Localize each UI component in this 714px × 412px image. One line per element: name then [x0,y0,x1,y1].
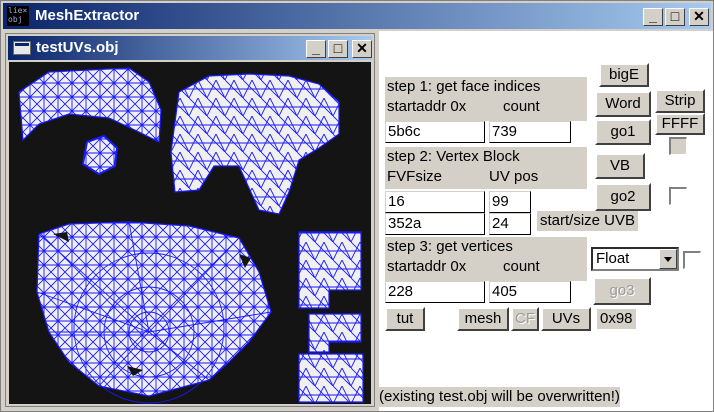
fvfsize-input[interactable]: 16 [385,191,485,213]
uv-island-rect-1 [298,231,362,309]
go2-button[interactable]: go2 [595,183,651,211]
go3-button[interactable]: go3 [593,277,651,305]
uv-island-main [36,221,272,397]
step2-heading: step 2: Vertex Block [387,148,520,165]
uvs-button[interactable]: UVs [541,307,591,331]
uv-island-1 [18,67,162,143]
child-close-button[interactable]: ✕ [352,40,372,58]
uvpos-input[interactable]: 99 [489,191,531,213]
cf-button[interactable]: CF [511,307,539,331]
uvb-size-input[interactable]: 24 [489,213,531,235]
format-select[interactable]: Float [591,247,679,271]
ffff-button[interactable]: FFFF [655,113,705,135]
bigE-button[interactable]: bigE [599,63,649,87]
uvpos-label: UV pos [489,168,539,185]
step3-section: step 3: get vertices startaddr 0x count [385,237,587,281]
fvfsize-label: FVFsize [387,168,443,185]
maximize-button[interactable]: □ [665,8,685,26]
step1-startaddr-label: startaddr 0x [387,98,467,115]
step3-startaddr-input[interactable]: 228 [385,281,485,303]
step3-heading: step 3: get vertices [387,238,513,255]
vb-button[interactable]: VB [595,153,645,179]
hex-value-label: 0x98 [597,309,636,329]
step3-count-label: count [503,258,540,275]
chevron-down-icon[interactable] [659,249,677,269]
word-button[interactable]: Word [595,91,651,117]
main-window: lie× obj MeshExtractor _ □ ✕ testUVs.obj … [0,0,714,412]
start-size-uvb-label: start/size UVB [537,211,639,231]
title-bar[interactable]: lie× obj MeshExtractor _ □ ✕ [3,3,711,29]
step3-count-input[interactable]: 405 [489,281,571,303]
mesh-button[interactable]: mesh [457,307,509,331]
minimize-button[interactable]: _ [643,8,663,26]
tut-button[interactable]: tut [385,307,425,331]
step1-section: step 1: get face indices startaddr 0x co… [385,77,587,121]
uvb-start-input[interactable]: 352a [385,213,485,235]
go2-checkbox[interactable] [669,187,687,205]
child-minimize-button[interactable]: _ [306,40,326,58]
step1-heading: step 1: get face indices [387,78,541,95]
child-title: testUVs.obj [36,39,119,56]
step1-startaddr-input[interactable]: 5b6c [385,121,485,143]
step2-section: step 2: Vertex Block FVFsize UV pos [385,147,587,189]
uv-canvas[interactable] [9,62,371,404]
uv-viewer-window: testUVs.obj _ □ ✕ [5,33,375,407]
uv-island-2 [170,73,340,215]
child-maximize-button[interactable]: □ [328,40,348,58]
child-title-bar[interactable]: testUVs.obj _ □ ✕ [8,36,372,60]
uv-island-hexagon [81,134,119,176]
ffff-checkbox[interactable] [669,137,687,155]
step3-startaddr-label: startaddr 0x [387,258,467,275]
step1-count-input[interactable]: 739 [489,121,571,143]
document-icon [13,41,31,55]
format-checkbox[interactable] [683,251,701,269]
strip-button[interactable]: Strip [655,89,705,113]
app-title: MeshExtractor [35,7,140,24]
uv-island-rect-3 [298,353,364,403]
step1-count-label: count [503,98,540,115]
close-button[interactable]: ✕ [689,8,709,26]
go1-button[interactable]: go1 [595,119,651,145]
format-select-value: Float [596,250,630,267]
control-panel: step 1: get face indices startaddr 0x co… [379,31,713,411]
app-icon: lie× obj [7,6,29,26]
status-text: (existing test.obj will be overwritten!) [379,387,620,407]
uv-wireframe [18,67,364,404]
uv-island-rect-2 [308,313,362,353]
